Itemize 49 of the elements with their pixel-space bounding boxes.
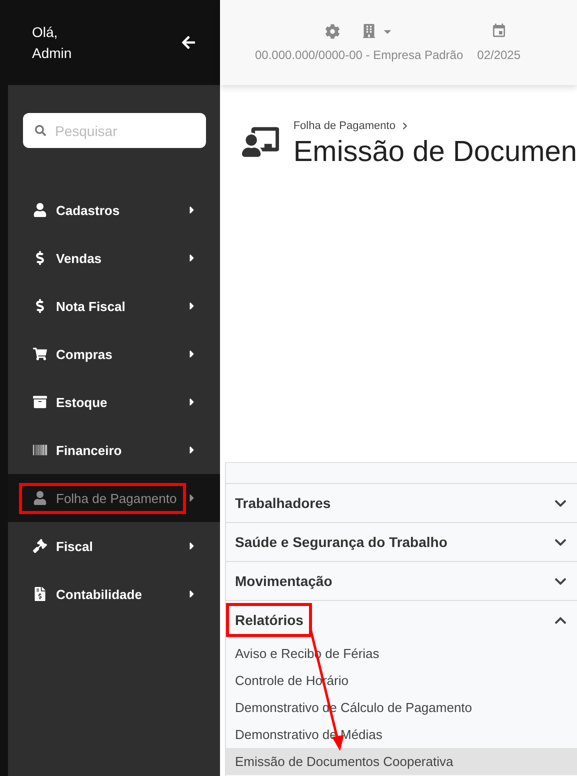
sidebar-item[interactable]: Nota Fiscal: [8, 282, 220, 330]
period-label: 02/2025: [477, 48, 521, 62]
building-icon[interactable]: [362, 24, 376, 38]
sidebar-label: Compras: [56, 346, 112, 362]
submenu-item[interactable]: Emissão de Documentos Cooperativa: [226, 748, 577, 775]
sidebar-label: Cadastros: [56, 202, 120, 218]
collapse-arrow-icon[interactable]: [181, 35, 196, 50]
sidebar-item[interactable]: Cadastros: [8, 186, 220, 234]
sidebar-item[interactable]: Contabilidade: [8, 570, 220, 618]
search-field[interactable]: Pesquisar: [23, 113, 206, 148]
calendar-icon[interactable]: [490, 23, 507, 39]
section-title: Trabalhadores: [234, 494, 332, 513]
settings-icon[interactable]: [325, 24, 340, 38]
sidebar-item[interactable]: Fiscal: [8, 522, 220, 570]
dollar-icon: [33, 299, 47, 313]
sidebar-label: Financeiro: [56, 442, 122, 458]
section-title: Relatórios: [226, 603, 312, 637]
page-title: Emissão de Documen: [293, 136, 577, 169]
accordion-header[interactable]: Trabalhadores: [226, 484, 577, 523]
dollar-icon: [33, 251, 47, 265]
sidebar-item[interactable]: Financeiro: [8, 426, 220, 474]
sidebar-label: Folha de Pagamento: [56, 490, 177, 506]
breadcrumb-link[interactable]: Folha de Pagamento: [293, 120, 396, 132]
greeting-text: Olá,: [32, 22, 59, 42]
accordion-header[interactable]: Saúde e Segurança do Trabalho: [226, 523, 577, 562]
sidebar-label: Estoque: [56, 394, 108, 410]
sidebar-item[interactable]: Compras: [8, 330, 220, 378]
section-title: Movimentação: [234, 572, 334, 591]
section-title: Saúde e Segurança do Trabalho: [234, 533, 448, 552]
document-icon: [33, 587, 47, 601]
search-icon: [35, 125, 46, 136]
sidebar-label: Contabilidade: [56, 586, 142, 602]
sidebar-label: Nota Fiscal: [56, 298, 126, 314]
sidebar-item[interactable]: Folha de Pagamento: [8, 474, 220, 522]
sidebar-item[interactable]: Estoque: [8, 378, 220, 426]
cart-icon: [33, 347, 47, 361]
person-icon: [33, 203, 47, 217]
barcode-icon: [33, 443, 47, 457]
sidebar-label: Fiscal: [56, 538, 93, 554]
sidebar-item[interactable]: Vendas: [8, 234, 220, 282]
sidebar-label: Vendas: [56, 250, 102, 266]
archive-icon: [33, 395, 47, 409]
gavel-icon: [33, 539, 47, 553]
company-label: 00.000.000/0000-00 - Empresa Padrão: [255, 48, 464, 62]
user-name: Admin: [32, 44, 72, 62]
chevron-icon: [401, 122, 410, 130]
accordion-header[interactable]: Movimentação: [226, 562, 577, 601]
accordion-header[interactable]: Relatórios: [226, 601, 577, 640]
person-icon: [33, 491, 47, 505]
